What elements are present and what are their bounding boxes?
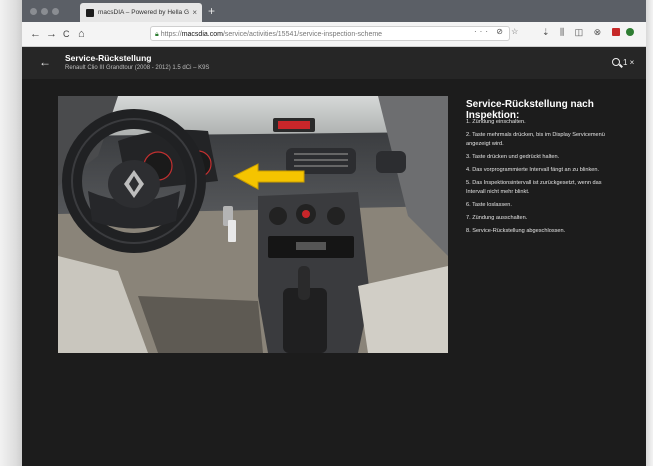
- browser-tab[interactable]: macsDIA – Powered by Hella G ×: [80, 3, 202, 22]
- url-scheme: https://: [160, 31, 182, 38]
- main-content: Service-Rückstellung nach Inspektion: 1.…: [22, 79, 646, 466]
- page-actions-icon[interactable]: ··· ⊘ ☆: [474, 27, 521, 36]
- instruction-step: 4. Das vorprogrammierte Intervall fängt …: [466, 166, 600, 173]
- instruction-step: 8. Service-Rückstellung abgeschlossen.: [466, 227, 566, 234]
- dashboard-photo: [58, 96, 448, 353]
- tab-title: macsDIA – Powered by Hella G: [98, 9, 190, 16]
- zoom-level: 1 ×: [623, 58, 635, 67]
- magnifier-icon: [612, 58, 620, 66]
- macsdia-favicon-icon: [86, 9, 94, 17]
- new-tab-icon[interactable]: +: [208, 2, 215, 20]
- browser-window: macsDIA – Powered by Hella G × + ← → C ⌂…: [22, 0, 646, 466]
- download-library-icon[interactable]: ⇣ ⫼ ◫ ⊗: [542, 27, 605, 37]
- url-path: /service/activities/15541/service-inspec…: [222, 31, 383, 38]
- close-window-dot[interactable]: [30, 8, 37, 15]
- address-bar[interactable]: 🔒︎ https://macsdia.com/service/activitie…: [150, 26, 510, 41]
- green-extension-icon[interactable]: [626, 28, 635, 36]
- url-host: macsdia.com: [181, 31, 223, 38]
- app-header: ← Service-Rückstellung Renault Clio III …: [22, 47, 646, 79]
- zoom-control[interactable]: 1 ×: [612, 57, 634, 67]
- yellow-arrow-icon: [232, 163, 305, 190]
- tab-close-icon[interactable]: ×: [192, 3, 197, 22]
- forward-arrow-icon[interactable]: →: [46, 26, 57, 42]
- lock-icon: 🔒︎: [155, 31, 159, 38]
- reload-icon[interactable]: C: [63, 26, 70, 42]
- toolbar-icons: ⇣ ⫼ ◫ ⊗: [542, 27, 635, 38]
- tab-strip: macsDIA – Powered by Hella G × +: [22, 0, 646, 22]
- navigation-bar: ← → C ⌂ 🔒︎ https://macsdia.com/service/a…: [22, 22, 646, 47]
- page-edge-right: [646, 0, 653, 466]
- page-edge-left: [0, 0, 22, 466]
- instruction-step: 3. Taste drücken und gedrückt halten.: [466, 154, 560, 161]
- vehicle-subtitle: Renault Clio III Grandtour (2008 - 2012)…: [65, 65, 210, 71]
- instruction-step: 6. Taste loslassen.: [466, 202, 512, 209]
- page-title: Service-Rückstellung: [65, 53, 152, 63]
- red-extension-icon[interactable]: [611, 28, 620, 36]
- back-arrow-icon[interactable]: ←: [30, 26, 41, 42]
- minimize-window-dot[interactable]: [41, 8, 48, 15]
- instruction-step: 2. Taste mehrmals drücken, bis im Displa…: [466, 131, 605, 148]
- instruction-step: 1. Zündung einschalten.: [466, 119, 526, 125]
- instructions-list: 1. Zündung einschalten. 2. Taste mehrmal…: [466, 118, 642, 239]
- instruction-step: 7. Zündung ausschalten.: [466, 214, 528, 221]
- back-button[interactable]: ←: [39, 55, 51, 69]
- instruction-step: 5. Das Inspektionsintervall ist zurückge…: [466, 179, 602, 196]
- zoom-window-dot[interactable]: [52, 8, 59, 15]
- home-icon[interactable]: ⌂: [78, 26, 85, 42]
